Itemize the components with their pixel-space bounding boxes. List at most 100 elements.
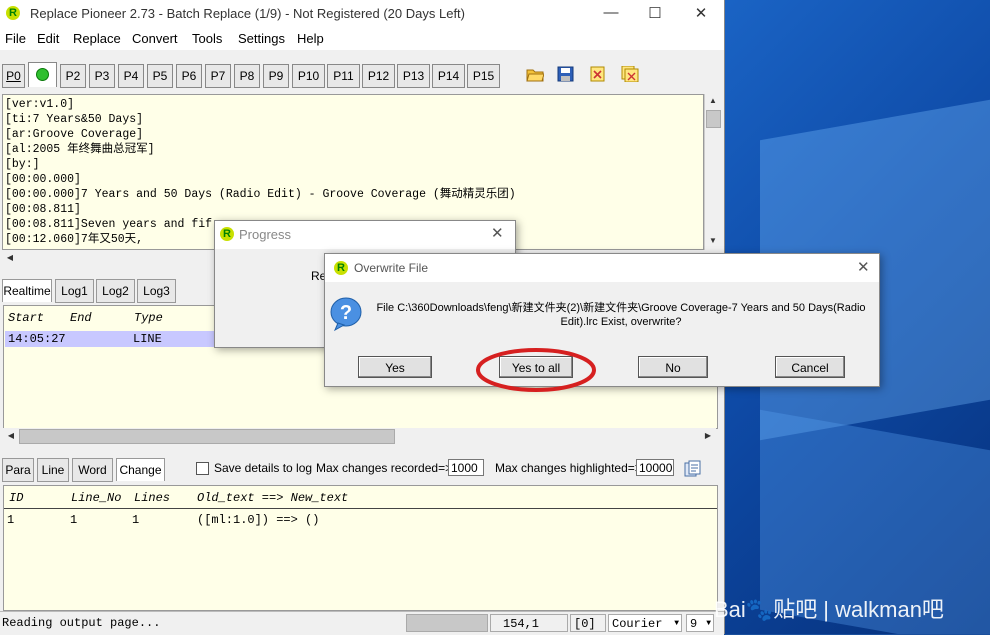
close-icon[interactable]: ✕	[491, 224, 504, 242]
app-logo-icon: R	[220, 227, 234, 241]
tab-log3[interactable]: Log3	[137, 279, 176, 303]
overwrite-file-dialog: R Overwrite File ✕ ? File C:\360Download…	[324, 253, 880, 387]
clear-all-icon[interactable]	[621, 66, 639, 82]
change-row-text[interactable]: ([ml:1.0]) ==> ()	[197, 513, 319, 527]
tab-p0[interactable]: P0	[2, 64, 25, 88]
menu-convert[interactable]: Convert	[132, 31, 178, 46]
scroll-up-arrow-icon[interactable]: ▲	[705, 94, 721, 108]
tab-line[interactable]: Line	[37, 458, 69, 482]
maximize-button[interactable]: ☐	[640, 4, 670, 22]
tab-p14[interactable]: P14	[432, 64, 465, 88]
tab-p12[interactable]: P12	[362, 64, 395, 88]
save-details-checkbox[interactable]	[196, 462, 209, 475]
editor-vertical-scrollbar[interactable]: ▲ ▼	[704, 94, 721, 250]
scroll-right-arrow-icon[interactable]: ▶	[700, 429, 716, 443]
menu-help[interactable]: Help	[297, 31, 324, 46]
tab-p5[interactable]: P5	[147, 64, 173, 88]
tab-p11[interactable]: P11	[327, 64, 360, 88]
copy-clipboard-icon[interactable]	[683, 460, 701, 478]
tab-p7[interactable]: P7	[205, 64, 231, 88]
tab-word[interactable]: Word	[72, 458, 113, 482]
max-recorded-input[interactable]: 1000	[448, 459, 484, 476]
clear-document-icon[interactable]	[589, 66, 607, 82]
highlight-circle-annotation	[476, 348, 596, 392]
menu-replace[interactable]: Replace	[73, 31, 121, 46]
menu-settings[interactable]: Settings	[238, 31, 285, 46]
log-row[interactable]: 14:05:27 LINE	[5, 331, 215, 347]
log-header-end: End	[70, 311, 92, 325]
change-header-lines: Lines	[134, 491, 171, 505]
change-row-line-no[interactable]: 1	[70, 513, 77, 527]
max-recorded-label: Max changes recorded=>	[316, 461, 453, 475]
header-divider	[4, 508, 717, 509]
change-header-id: ID	[9, 491, 24, 505]
menu-edit[interactable]: Edit	[37, 31, 59, 46]
max-highlighted-input[interactable]: 10000	[636, 459, 674, 476]
log-row-type: LINE	[133, 332, 162, 346]
editor-line: [ti:7 Years&50 Days]	[5, 113, 144, 126]
editor-line: [ar:Groove Coverage]	[5, 128, 144, 141]
question-icon: ?	[330, 297, 362, 332]
no-button[interactable]: No	[638, 356, 708, 378]
dropdown-arrow-icon[interactable]: ▼	[674, 615, 679, 633]
change-panel[interactable]: ID Line_No Lines Old_text ==> New_text 1…	[3, 485, 718, 611]
scroll-thumb[interactable]	[706, 110, 721, 128]
change-header-text: Old_text ==> New_text	[197, 491, 349, 505]
progress-title-bar: R Progress ✕	[215, 221, 515, 249]
tab-p2[interactable]: P2	[60, 64, 86, 88]
overwrite-title: Overwrite File	[354, 261, 429, 275]
tab-p13[interactable]: P13	[397, 64, 430, 88]
tab-p8[interactable]: P8	[234, 64, 260, 88]
tab-realtime[interactable]: Realtime	[2, 279, 52, 302]
open-folder-icon[interactable]	[526, 66, 544, 82]
change-row-lines[interactable]: 1	[132, 513, 139, 527]
cancel-button[interactable]: Cancel	[775, 356, 845, 378]
tab-p10[interactable]: P10	[292, 64, 325, 88]
log-header-type: Type	[134, 311, 163, 325]
menu-tools[interactable]: Tools	[192, 31, 222, 46]
editor-line: [by:]	[5, 158, 40, 171]
close-icon[interactable]: ✕	[857, 258, 870, 276]
active-dot-icon	[36, 68, 49, 81]
status-position: 154,1	[490, 614, 568, 632]
overwrite-title-bar: R Overwrite File ✕	[325, 254, 879, 282]
change-row-id[interactable]: 1	[7, 513, 14, 527]
max-highlighted-label: Max changes highlighted=>	[495, 461, 642, 475]
page-tabs: P0 P2 P3 P4 P5 P6 P7 P8 P9 P10 P11 P12 P…	[0, 60, 724, 90]
tab-p4[interactable]: P4	[118, 64, 144, 88]
change-header-line-no: Line_No	[71, 491, 122, 505]
tab-para[interactable]: Para	[2, 458, 34, 482]
scroll-left-arrow-icon[interactable]: ◀	[3, 429, 19, 443]
title-bar: R Replace Pioneer 2.73 - Batch Replace (…	[0, 0, 724, 28]
close-button[interactable]: ✕	[686, 4, 716, 22]
tab-p3[interactable]: P3	[89, 64, 115, 88]
tab-p9[interactable]: P9	[263, 64, 289, 88]
svg-text:?: ?	[340, 302, 352, 324]
tab-log1[interactable]: Log1	[55, 279, 94, 303]
editor-horizontal-scrollbar[interactable]: ◀	[2, 250, 212, 266]
font-select[interactable]: Courier ▼	[608, 614, 682, 632]
window-title: Replace Pioneer 2.73 - Batch Replace (1/…	[30, 6, 465, 21]
minimize-button[interactable]: —	[596, 4, 626, 21]
font-size-select[interactable]: 9 ▼	[686, 614, 714, 632]
editor-line: [00:00.000]	[5, 173, 81, 186]
watermark-logo: Bai🐾贴吧 | walkman吧	[714, 597, 944, 622]
tab-p1-active[interactable]	[28, 62, 57, 87]
dropdown-arrow-icon[interactable]: ▼	[706, 615, 711, 633]
scroll-thumb[interactable]	[19, 429, 395, 444]
scroll-down-arrow-icon[interactable]: ▼	[705, 234, 721, 248]
scroll-left-arrow-icon[interactable]: ◀	[2, 251, 18, 265]
tab-change[interactable]: Change	[116, 458, 165, 481]
progress-title: Progress	[239, 227, 292, 242]
change-options-bar: Para Line Word Change Save details to lo…	[0, 458, 724, 482]
tab-log2[interactable]: Log2	[96, 279, 135, 303]
tab-p6[interactable]: P6	[176, 64, 202, 88]
yes-button[interactable]: Yes	[358, 356, 432, 378]
menu-file[interactable]: File	[5, 31, 26, 46]
tab-p15[interactable]: P15	[467, 64, 500, 88]
overwrite-message: File C:\360Downloads\feng\新建文件夹(2)\新建文件夹…	[376, 302, 866, 328]
app-logo-icon: R	[334, 261, 348, 275]
save-disk-icon[interactable]	[557, 66, 575, 82]
log-horizontal-scrollbar[interactable]: ◀ ▶	[3, 428, 716, 444]
app-logo-icon: R	[6, 6, 20, 20]
